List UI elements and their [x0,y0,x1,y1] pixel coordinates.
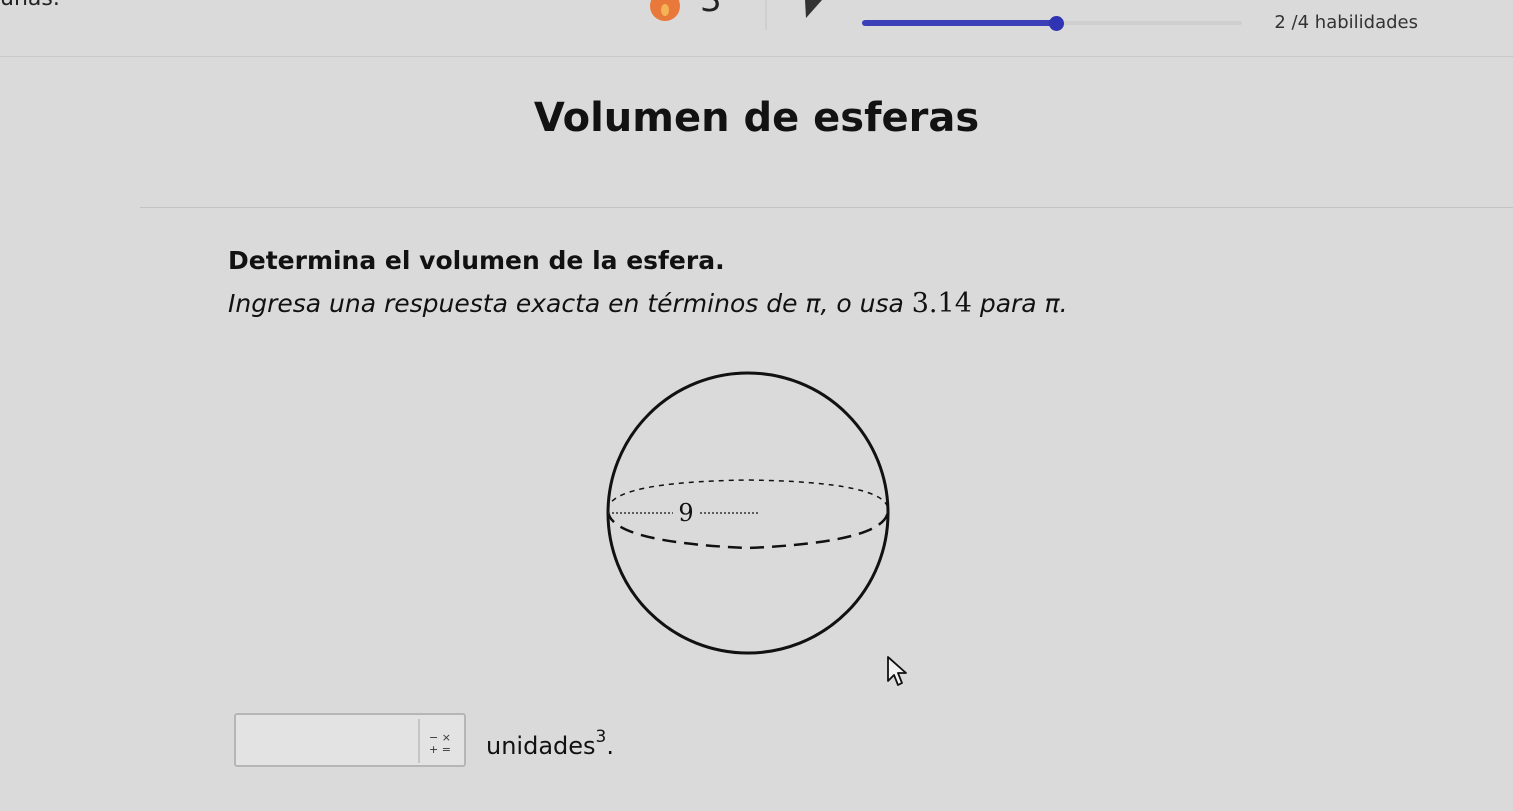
instruction-text: Ingresa una respuesta exacta en términos… [228,289,904,318]
flag-icon[interactable] [802,0,824,20]
equator-back [607,479,889,511]
title-divider [140,207,1513,208]
radius-label: 9 [678,499,693,527]
equator-front [606,509,890,550]
streak-count: 3 [700,0,722,20]
units-exponent: 3 [595,727,607,747]
sphere-figure: 9 [606,371,890,655]
answer-input[interactable]: − × + = [234,713,466,767]
flame-icon [650,0,680,21]
units-period: . [606,732,615,760]
previous-text-fragment: unas. [0,0,60,11]
question-instruction: Ingresa una respuesta exacta en términos… [228,288,1068,319]
math-keypad-icon[interactable]: − × + = [418,719,460,763]
page-title: Volumen de esferas [533,95,980,141]
progress-marker [1048,16,1064,31]
units-label: unidades [486,732,596,760]
top-bar: unas. 3 2 /4 habilidades [0,0,1513,57]
answer-units: unidades3. [486,727,615,760]
pi-approximation: 3.14 [911,288,972,319]
question-prompt: Determina el volumen de la esfera. [228,246,725,275]
instruction-text-end: para π. [979,289,1068,318]
progress-fill [862,20,1056,26]
skill-progress-bar [862,16,1242,31]
svg-text:+ =: + = [429,743,451,756]
mouse-cursor-icon [887,656,907,686]
header-divider [765,0,767,30]
skills-total-label: /4 habilidades [1291,12,1418,33]
skills-done: 2 [1274,12,1286,33]
skills-counter: 2 /4 habilidades [1274,12,1418,33]
